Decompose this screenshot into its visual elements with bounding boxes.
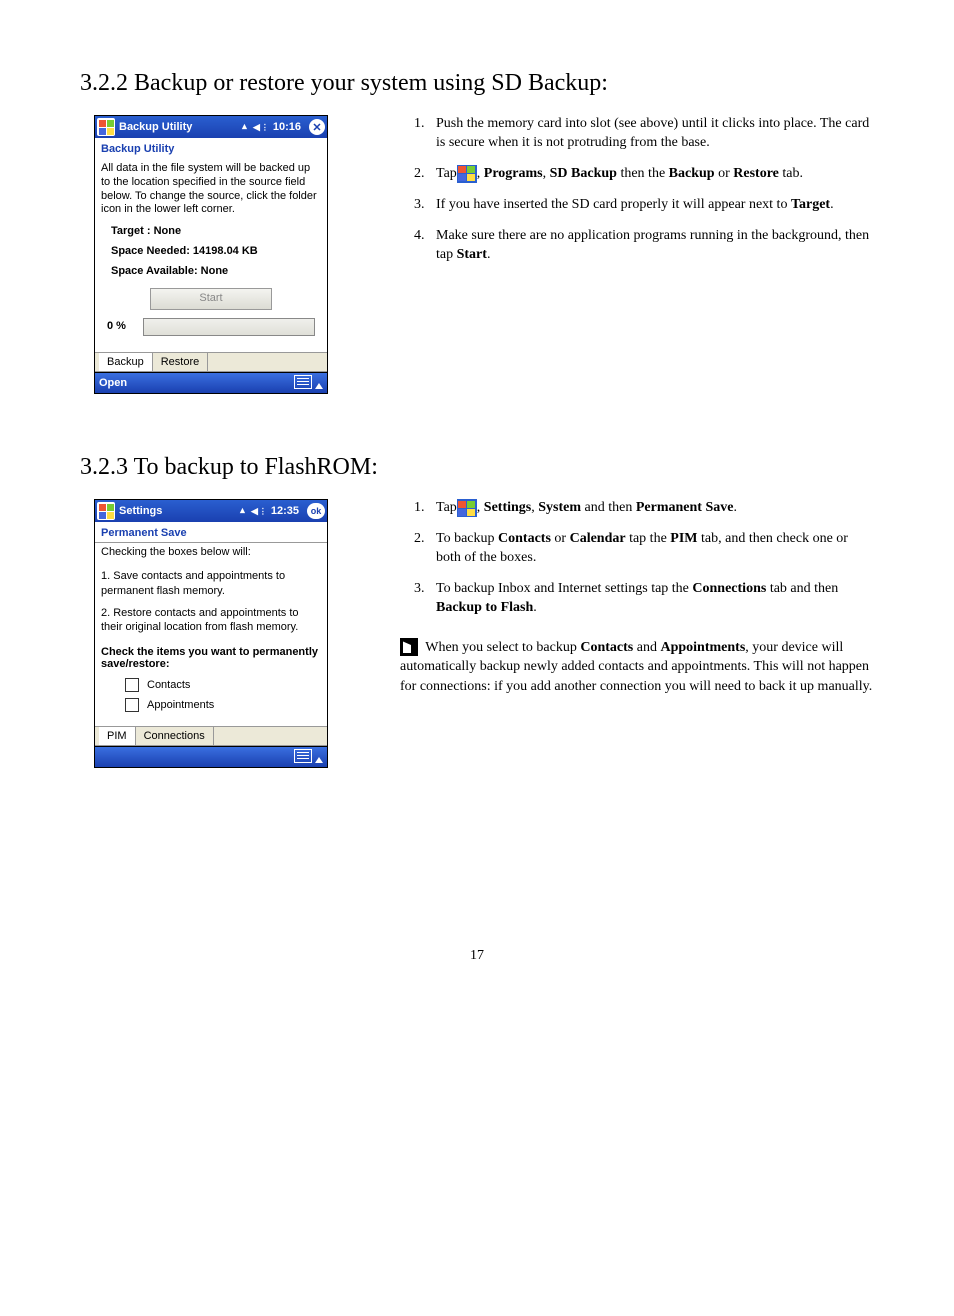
- speaker-icon: [251, 505, 267, 517]
- section2-steps: Tap, Settings, System and then Permanent…: [400, 499, 874, 618]
- space-needed: Space Needed: 14198.04 KB: [101, 245, 321, 259]
- target-line: Target : None: [101, 225, 321, 239]
- ok-icon: ok: [307, 503, 325, 519]
- subhead: Permanent Save: [95, 522, 327, 542]
- step-3: To backup Inbox and Internet settings ta…: [428, 580, 874, 618]
- subhead: Backup Utility: [95, 138, 327, 158]
- windows-logo-icon: [97, 118, 115, 136]
- windows-logo-icon: [457, 165, 477, 183]
- description-text: All data in the file system will be back…: [101, 162, 321, 217]
- antenna-icon: [240, 121, 249, 133]
- space-available: Space Available: None: [101, 265, 321, 279]
- tab-connections: Connections: [136, 727, 214, 745]
- start-button: Start: [150, 288, 272, 310]
- close-icon: ✕: [309, 119, 325, 135]
- tab-restore: Restore: [153, 353, 209, 371]
- titlebar-text: Backup Utility: [119, 121, 240, 133]
- step-4: Make sure there are no application progr…: [428, 227, 874, 265]
- checkbox-label: Appointments: [147, 699, 214, 711]
- section-heading-1: 3.2.2 Backup or restore your system usin…: [80, 70, 874, 97]
- check-help: Check the items you want to permanently …: [95, 642, 327, 672]
- checkbox-appts-row: Appointments: [125, 698, 327, 712]
- step-1: Push the memory card into slot (see abov…: [428, 115, 874, 153]
- note-icon: [400, 638, 418, 656]
- speaker-icon: [253, 121, 269, 133]
- arrow-up-icon: [315, 757, 323, 763]
- checkbox-icon: [125, 698, 139, 712]
- page-number: 17: [80, 948, 874, 964]
- progress-label: 0 %: [101, 320, 143, 334]
- clock-text: 10:16: [273, 121, 301, 133]
- keyboard-icon: [294, 749, 312, 763]
- clock-text: 12:35: [271, 505, 299, 517]
- titlebar-text: Settings: [119, 505, 238, 517]
- step-1: Tap, Settings, System and then Permanent…: [428, 499, 874, 518]
- tab-pim: PIM: [99, 727, 136, 745]
- settings-screenshot: Settings 12:35 ok Permanent Save Checkin…: [94, 499, 328, 768]
- list-item-2: 2. Restore contacts and appointments to …: [95, 600, 327, 643]
- step-3: If you have inserted the SD card properl…: [428, 196, 874, 215]
- note-paragraph: When you select to backup Contacts and A…: [400, 638, 874, 697]
- open-command: Open: [99, 377, 127, 389]
- keyboard-icon: [294, 375, 312, 389]
- step-2: Tap, Programs, SD Backup then the Backup…: [428, 165, 874, 184]
- step-2: To backup Contacts or Calendar tap the P…: [428, 530, 874, 568]
- checkbox-contacts-row: Contacts: [125, 678, 327, 692]
- intro-text: Checking the boxes below will:: [95, 542, 327, 561]
- section-heading-2: 3.2.3 To backup to FlashROM:: [80, 454, 874, 481]
- tab-backup: Backup: [99, 353, 153, 371]
- backup-utility-screenshot: Backup Utility 10:16 ✕ Backup Utility Al…: [94, 115, 328, 394]
- progress-bar: [143, 318, 315, 336]
- windows-logo-icon: [457, 499, 477, 517]
- windows-logo-icon: [97, 502, 115, 520]
- antenna-icon: [238, 505, 247, 517]
- arrow-up-icon: [315, 383, 323, 389]
- checkbox-label: Contacts: [147, 679, 190, 691]
- section1-steps: Push the memory card into slot (see abov…: [400, 115, 874, 265]
- checkbox-icon: [125, 678, 139, 692]
- list-item-1: 1. Save contacts and appointments to per…: [95, 561, 327, 600]
